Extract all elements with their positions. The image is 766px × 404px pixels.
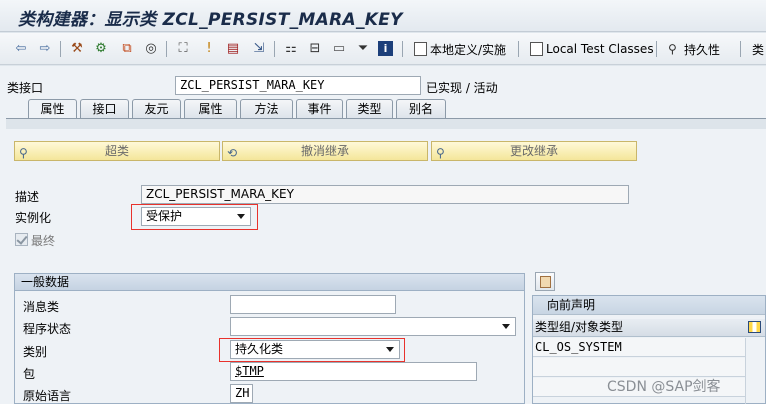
persistence-icon: ⚲ (668, 42, 677, 56)
original-language-label: 原始语言 (23, 389, 72, 403)
forward-declaration-toggle[interactable] (535, 272, 555, 291)
test-icon[interactable]: ⧉ (118, 40, 136, 58)
navigate-icon[interactable]: ⇲ (250, 40, 268, 58)
forward-column-header: 类型组/对象类型 (533, 319, 765, 337)
filter-icon[interactable]: ⏷ (354, 40, 372, 58)
tab-attributes[interactable]: 属性 (28, 99, 77, 120)
forward-divider (745, 338, 746, 404)
activate-icon[interactable]: ⚙ (92, 40, 110, 58)
local-test-classes-button[interactable]: Local Test Classes (530, 40, 654, 58)
change-inherit-button[interactable]: ⚲ 更改继承 (431, 141, 637, 161)
general-data-title: 一般数据 (15, 274, 524, 291)
where-used-icon[interactable]: ◎ (142, 40, 160, 58)
column-settings-icon[interactable] (748, 321, 761, 333)
toolbar-separator (740, 41, 741, 57)
panel-strip (6, 119, 766, 129)
toolbar-separator (60, 41, 61, 57)
class-name-field[interactable]: ZCL_PERSIST_MARA_KEY (175, 76, 421, 95)
tab-events[interactable]: 事件 (296, 99, 343, 119)
superclass-button[interactable]: ⚲ 超类 (14, 141, 220, 161)
toolbar-separator (274, 41, 275, 57)
package-label: 包 (23, 367, 36, 381)
package-field[interactable]: $TMP (230, 362, 477, 381)
forward-row-empty[interactable] (533, 358, 745, 377)
toolbar-separator (656, 41, 657, 57)
class-interface-label: 类接口 (7, 81, 44, 95)
message-class-label: 消息类 (23, 300, 60, 314)
toolbar-separator (402, 41, 403, 57)
tab-friends[interactable]: 友元 (132, 99, 181, 119)
description-label: 描述 (15, 190, 40, 204)
forward-arrow-icon[interactable]: ⇨ (36, 40, 54, 58)
local-definitions-button[interactable]: 本地定义/实施 (414, 40, 506, 58)
document-icon (414, 42, 427, 56)
toolbar-separator (518, 41, 519, 57)
more-label: 类 (752, 42, 765, 57)
undo-inherit-button[interactable]: ⟲ 撤消继承 (222, 141, 428, 161)
forward-row[interactable]: CL_OS_SYSTEM (533, 338, 745, 357)
window-titlebar: 类构建器：显示类 ZCL_PERSIST_MARA_KEY (0, 0, 766, 32)
message-class-field[interactable] (230, 295, 396, 314)
tab-interfaces[interactable]: 接口 (80, 99, 129, 119)
original-language-field[interactable]: ZH (230, 384, 253, 403)
info-icon[interactable]: i (378, 41, 393, 56)
highlight-box (219, 338, 405, 362)
application-toolbar: ⇦ ⇨ ⚒ ⚙ ⧉ ◎ ⛶ ǃ ▤ ⇲ ⚏ ⊟ ▭ ⏷ i 本地定义/实施 Lo… (0, 33, 766, 65)
forward-column-label: 类型组/对象类型 (535, 320, 624, 334)
change-inherit-label: 更改继承 (509, 144, 558, 158)
back-arrow-icon[interactable]: ⇦ (12, 40, 30, 58)
final-checkbox[interactable] (15, 233, 28, 246)
tab-attributes-2[interactable]: 属性 (184, 99, 237, 119)
window-icon[interactable]: ▤ (224, 40, 242, 58)
description-field[interactable]: ZCL_PERSIST_MARA_KEY (141, 185, 629, 204)
more-button[interactable]: 类 (752, 40, 764, 58)
doc-icon[interactable]: ▭ (330, 40, 348, 58)
persistence-button[interactable]: ⚲ 持久性 (668, 40, 720, 58)
program-status-label: 程序状态 (23, 322, 72, 336)
chevron-down-icon (502, 324, 510, 329)
final-label: 最终 (31, 234, 56, 248)
check-icon[interactable]: ⚒ (68, 40, 86, 58)
undo-inherit-label: 撤消继承 (300, 144, 349, 158)
local-test-classes-label: Local Test Classes (546, 42, 654, 56)
watermark: CSDN @SAP剑客 (607, 379, 721, 395)
hierarchy-icon[interactable]: ⛶ (174, 40, 192, 58)
instantiation-label: 实例化 (15, 211, 52, 225)
class-status: 已实现 / 活动 (426, 81, 498, 95)
tab-types[interactable]: 类型 (346, 99, 393, 119)
table-icon (540, 276, 551, 288)
forward-declaration-title: 向前声明 (533, 296, 765, 315)
local-definitions-label: 本地定义/实施 (430, 42, 507, 57)
tab-methods[interactable]: 方法 (240, 99, 293, 119)
category-label: 类别 (23, 345, 48, 359)
window-title: 类构建器：显示类 ZCL_PERSIST_MARA_KEY (18, 10, 403, 30)
change-inherit-icon: ⚲ (436, 146, 445, 160)
print-icon[interactable]: ⊟ (306, 40, 324, 58)
superclass-label: 超类 (104, 144, 129, 158)
inherit-icon[interactable]: ǃ (200, 40, 218, 58)
toolbar-separator (166, 41, 167, 57)
persistence-label: 持久性 (684, 42, 721, 57)
display-object-list-icon[interactable]: ⚏ (282, 40, 300, 58)
undo-inherit-icon: ⟲ (227, 146, 238, 160)
superclass-icon: ⚲ (19, 146, 28, 160)
tab-aliases[interactable]: 别名 (396, 99, 446, 119)
document-icon (530, 42, 543, 56)
highlight-box (131, 204, 258, 230)
program-status-dropdown[interactable] (230, 317, 516, 336)
